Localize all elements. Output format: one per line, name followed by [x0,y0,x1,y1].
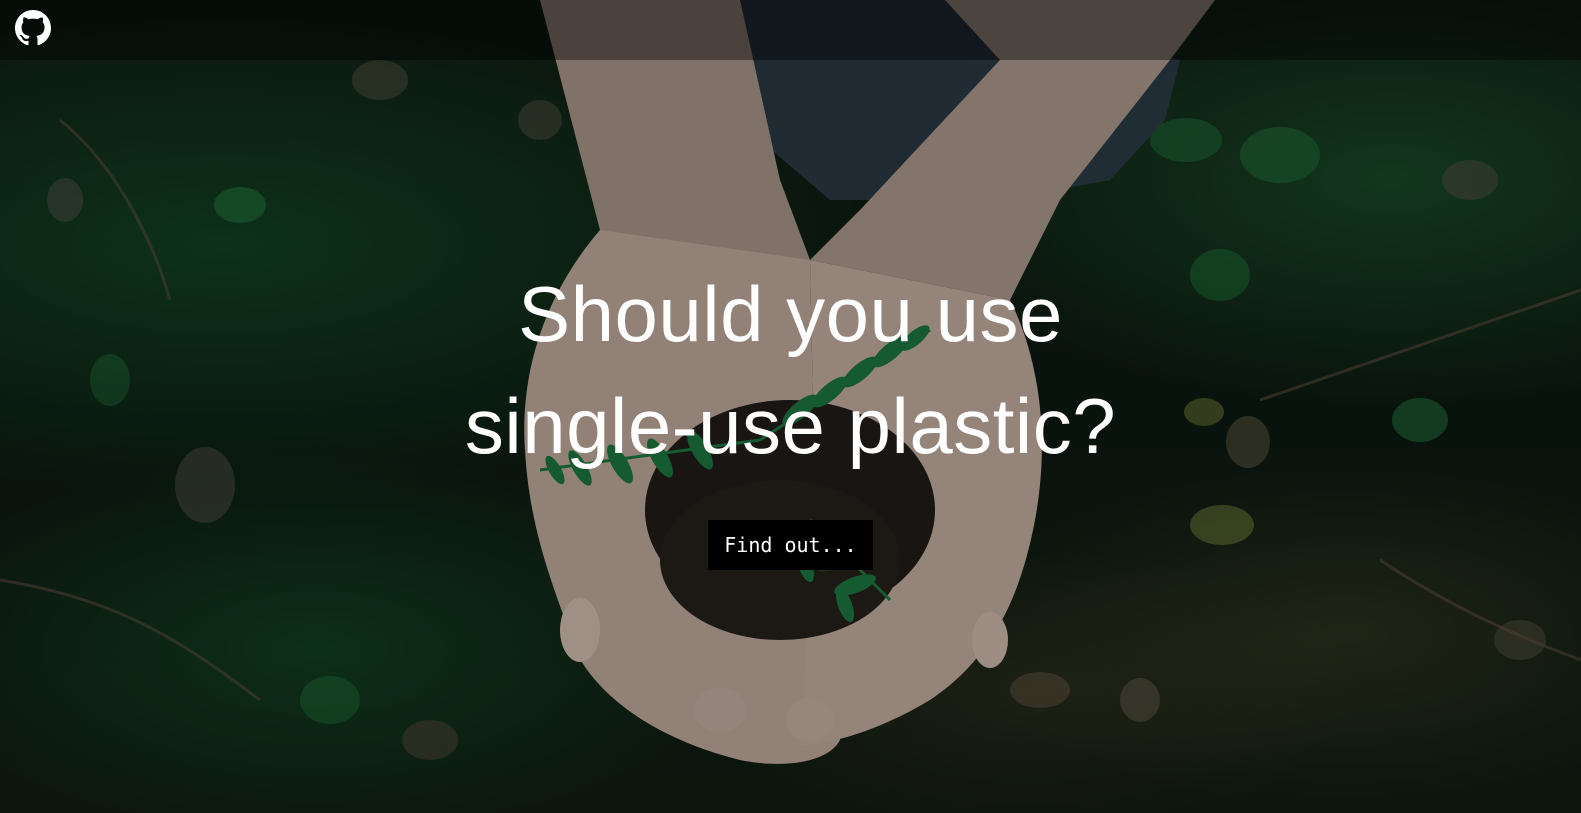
hero-title-line-2: single-use plastic? [464,382,1117,470]
hero-title: Should you use single-use plastic? [0,258,1581,482]
hero-title-line-1: Should you use [518,270,1063,358]
landing-page: Should you use single-use plastic? Find … [0,0,1581,813]
top-bar [0,0,1581,60]
github-icon [15,10,51,46]
hero-section: Should you use single-use plastic? Find … [0,258,1581,570]
github-link[interactable] [15,10,51,46]
find-out-button[interactable]: Find out... [708,520,873,570]
